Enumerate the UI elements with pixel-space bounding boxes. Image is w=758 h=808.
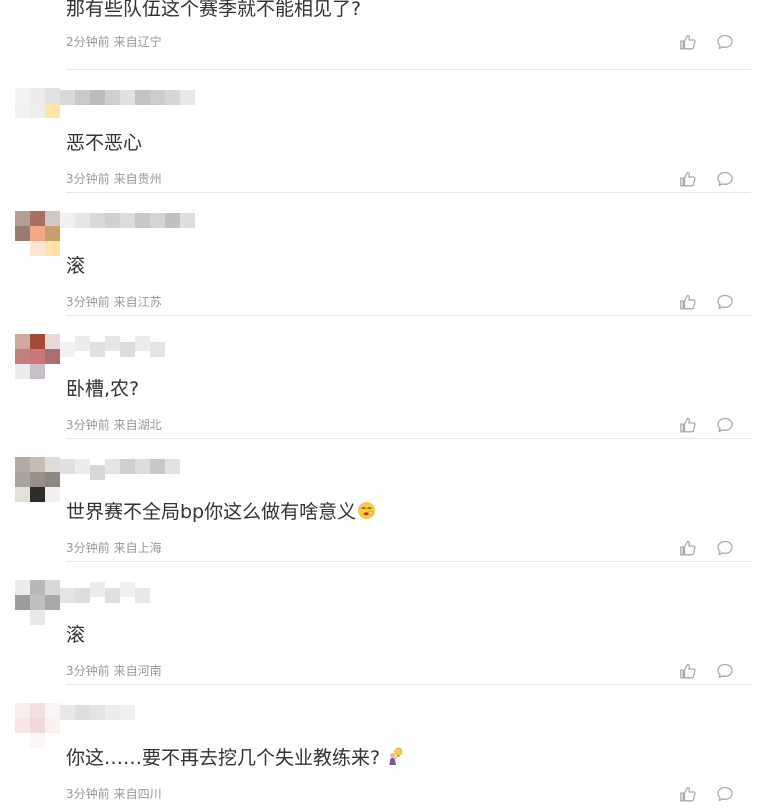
- shushing-face-emoji: [358, 501, 376, 520]
- comment-actions: [679, 662, 734, 680]
- comment-location: 来自湖北: [113, 418, 162, 432]
- thumbs-up-icon[interactable]: [679, 416, 697, 434]
- comment-time: 3分钟前: [66, 787, 110, 801]
- comment-item: 卧槽,农? 3分钟前 来自湖北: [0, 316, 751, 439]
- comment-meta: 3分钟前 来自上海: [66, 540, 162, 556]
- comment-actions: [679, 416, 734, 434]
- comment-meta: 3分钟前 来自湖北: [66, 417, 162, 433]
- comment-actions: [679, 170, 734, 188]
- username-pixelated[interactable]: [60, 705, 135, 729]
- thumbs-up-icon[interactable]: [679, 662, 697, 680]
- comment-actions: [679, 33, 734, 51]
- comment-bubble-icon[interactable]: [716, 33, 734, 51]
- comment-time: 3分钟前: [66, 172, 110, 186]
- comment-item: 恶不恶心 3分钟前 来自贵州: [0, 70, 751, 193]
- username-pixelated[interactable]: [60, 90, 195, 114]
- comment-text: 世界赛不全局bp你这么做有啥意义: [66, 500, 376, 524]
- avatar[interactable]: [15, 334, 60, 379]
- comment-time: 3分钟前: [66, 541, 110, 555]
- comment-meta: 3分钟前 来自四川: [66, 786, 162, 802]
- comment-meta: 3分钟前 来自贵州: [66, 171, 162, 187]
- comment-location: 来自辽宁: [113, 35, 162, 49]
- comment-location: 来自江苏: [113, 295, 162, 309]
- comment-text: 卧槽,农?: [66, 378, 140, 400]
- username-pixelated[interactable]: [60, 582, 150, 606]
- username-pixelated[interactable]: [60, 459, 180, 483]
- comment-bubble-icon[interactable]: [716, 293, 734, 311]
- comment-bubble-icon[interactable]: [716, 416, 734, 434]
- comment-text-body: 世界赛不全局bp你这么做有啥意义: [66, 501, 357, 523]
- comment-time: 3分钟前: [66, 664, 110, 678]
- comment-item: 滚 3分钟前 来自江苏: [0, 193, 751, 316]
- comment-text: 你这……要不再去挖几个失业教练来?: [66, 746, 405, 770]
- avatar[interactable]: [15, 211, 60, 256]
- comment-text: 那有些队伍这个赛季就不能相见了?: [66, 0, 362, 20]
- avatar[interactable]: [15, 703, 60, 748]
- comment-time: 3分钟前: [66, 418, 110, 432]
- comment-bubble-icon[interactable]: [716, 785, 734, 803]
- comment-location: 来自河南: [113, 664, 162, 678]
- avatar[interactable]: [15, 457, 60, 502]
- comment-location: 来自贵州: [113, 172, 162, 186]
- comment-meta: 3分钟前 来自江苏: [66, 294, 162, 310]
- comment-bubble-icon[interactable]: [716, 170, 734, 188]
- thumbs-up-icon[interactable]: [679, 539, 697, 557]
- thumbs-up-icon[interactable]: [679, 785, 697, 803]
- comment-text: 滚: [66, 624, 86, 646]
- comment-location: 来自上海: [113, 541, 162, 555]
- comment-text: 滚: [66, 255, 86, 277]
- comment-item: 世界赛不全局bp你这么做有啥意义 3分钟前 来自上海: [0, 439, 751, 562]
- comment-item: 你这……要不再去挖几个失业教练来? 3分钟前 来自四川: [0, 685, 751, 808]
- comment-time: 2分钟前: [66, 35, 110, 49]
- username-pixelated[interactable]: [60, 213, 195, 237]
- avatar[interactable]: [15, 88, 60, 133]
- comment-text: 恶不恶心: [66, 132, 143, 154]
- comment-actions: [679, 539, 734, 557]
- comment-actions: [679, 785, 734, 803]
- thumbs-up-icon[interactable]: [679, 170, 697, 188]
- comment-item: 滚 3分钟前 来自河南: [0, 562, 751, 685]
- thumbs-up-icon[interactable]: [679, 33, 697, 51]
- comment-meta: 2分钟前 来自辽宁: [66, 34, 162, 50]
- username-pixelated[interactable]: [60, 336, 165, 360]
- comment-bubble-icon[interactable]: [716, 662, 734, 680]
- comment-bubble-icon[interactable]: [716, 539, 734, 557]
- comment-actions: [679, 293, 734, 311]
- comment-text-body: 你这……要不再去挖几个失业教练来?: [66, 747, 381, 769]
- thumbs-up-icon[interactable]: [679, 293, 697, 311]
- comment-meta: 3分钟前 来自河南: [66, 663, 162, 679]
- person-with-lightbulb-emoji: [389, 747, 403, 766]
- comment-item: 那有些队伍这个赛季就不能相见了? 2分钟前 来自辽宁: [0, 0, 751, 70]
- avatar[interactable]: [15, 580, 60, 625]
- comment-location: 来自四川: [113, 787, 162, 801]
- comment-time: 3分钟前: [66, 295, 110, 309]
